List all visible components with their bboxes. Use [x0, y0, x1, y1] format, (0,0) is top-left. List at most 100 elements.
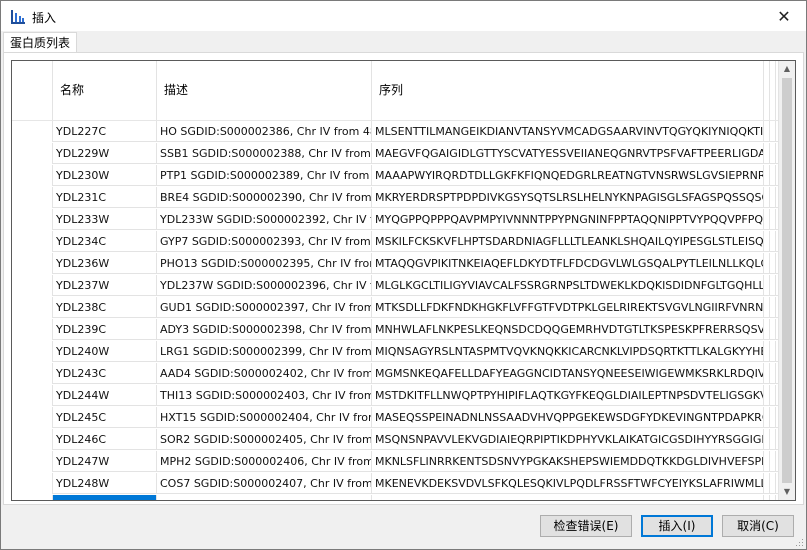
scroll-down-icon[interactable]: ▼	[779, 484, 795, 500]
cell-description[interactable]: HO SGDID:S000002386, Chr IV from 480...	[157, 121, 372, 142]
table-row[interactable]: YDL231C BRE4 SGDID:S000002390, Chr IV fro…	[12, 187, 782, 208]
selected-cell[interactable]	[53, 495, 157, 500]
check-errors-button[interactable]: 检查错误(E)	[540, 515, 632, 537]
row-header[interactable]	[12, 429, 53, 450]
table-row[interactable]: YDL229W SSB1 SGDID:S000002388, Chr IV fro…	[12, 143, 782, 164]
cell-sequence[interactable]: MAAAPWYIRQRDTDLLGKFKFIQNQEDGRLREATNGTVNS…	[372, 165, 764, 186]
cell-name[interactable]: YDL240W	[53, 341, 157, 362]
cell-sequence[interactable]: MLGLKGCLTILIGYVIAVCALFSSRGRNPSLTDWEKLKDQ…	[372, 275, 764, 296]
cell-description[interactable]: GYP7 SGDID:S000002393, Chr IV from 3...	[157, 231, 372, 252]
cell-description[interactable]: ADY3 SGDID:S000002398, Chr IV from 2...	[157, 319, 372, 340]
table-row[interactable]: YDL248W COS7 SGDID:S000002407, Chr IV fro…	[12, 473, 782, 494]
cell-sequence[interactable]: MTAQQGVPIKITNKEIAQEFLDKYDTFLFDCDGVLWLGSQ…	[372, 253, 764, 274]
cell-description[interactable]: HXT15 SGDID:S000002404, Chr IV from ...	[157, 407, 372, 428]
cell-sequence[interactable]: MIQNSAGYRSLNTASPMTVQVKNQKKICARCNKLVIPDSQ…	[372, 341, 764, 362]
cell-sequence[interactable]: MTKSDLLFDKFNDKHGKFLVFFGTFVDTPKLGELRIREKT…	[372, 297, 764, 318]
cell-name[interactable]: YDL248W	[53, 473, 157, 494]
row-header[interactable]	[12, 451, 53, 472]
row-header[interactable]	[12, 231, 53, 252]
table-row[interactable]: YDL239C ADY3 SGDID:S000002398, Chr IV fro…	[12, 319, 782, 340]
vertical-scrollbar[interactable]: ▲ ▼	[778, 61, 795, 500]
row-header[interactable]	[12, 275, 53, 296]
cell-name[interactable]: YDL229W	[53, 143, 157, 164]
header-name[interactable]: 名称	[53, 61, 157, 120]
row-header[interactable]	[12, 253, 53, 274]
row-header[interactable]	[12, 143, 53, 164]
row-header[interactable]	[12, 473, 53, 494]
row-header[interactable]	[12, 407, 53, 428]
cell-description[interactable]: PTP1 SGDID:S000002389, Chr IV from 4...	[157, 165, 372, 186]
table-row[interactable]: YDL237W YDL237W SGDID:S000002396, Chr IV …	[12, 275, 782, 296]
table-row[interactable]: YDL236W PHO13 SGDID:S000002395, Chr IV fr…	[12, 253, 782, 274]
table-row[interactable]: YDL230W PTP1 SGDID:S000002389, Chr IV fro…	[12, 165, 782, 186]
cell-sequence[interactable]: MAEGVFQGAIGIDLGTTYSCVATYESSVEIIANEQGNRVT…	[372, 143, 764, 164]
cell-name[interactable]: YDL244W	[53, 385, 157, 406]
row-header[interactable]	[12, 121, 53, 142]
cell-description[interactable]: SSB1 SGDID:S000002388, Chr IV from 4...	[157, 143, 372, 164]
cell-name[interactable]: YDL246C	[53, 429, 157, 450]
row-header[interactable]	[12, 187, 53, 208]
cell-description[interactable]: GUD1 SGDID:S000002397, Chr IV from 3...	[157, 297, 372, 318]
cell-description[interactable]: YDL237W SGDID:S000002396, Chr IV fr...	[157, 275, 372, 296]
table-row[interactable]: YDL245C HXT15 SGDID:S000002404, Chr IV fr…	[12, 407, 782, 428]
cell-name[interactable]: YDL243C	[53, 363, 157, 384]
row-header[interactable]	[12, 319, 53, 340]
cell-description[interactable]: YDL233W SGDID:S000002392, Chr IV fr...	[157, 209, 372, 230]
row-header[interactable]	[12, 165, 53, 186]
cell-sequence[interactable]: MSKILFCKSKVFLHPTSDARDNIAGFLLLTLEANKLSHQA…	[372, 231, 764, 252]
cell-sequence[interactable]: MGMSNKEQAFELLDAFYEAGGNCIDTANSYQNEESEIWIG…	[372, 363, 764, 384]
cell-name[interactable]: YDL247W	[53, 451, 157, 472]
insert-button[interactable]: 插入(I)	[641, 515, 713, 537]
empty-cell[interactable]	[372, 495, 764, 500]
cell-name[interactable]: YDL237W	[53, 275, 157, 296]
table-row[interactable]: YDL244W THI13 SGDID:S000002403, Chr IV fr…	[12, 385, 782, 406]
cell-name[interactable]: YDL245C	[53, 407, 157, 428]
cell-sequence[interactable]: MNHWLAFLNKPESLKEQNSDCDQQGEMRHVDTGTLTKSPE…	[372, 319, 764, 340]
header-sequence[interactable]: 序列	[372, 61, 764, 120]
scroll-up-icon[interactable]: ▲	[779, 61, 795, 77]
row-header[interactable]	[12, 209, 53, 230]
header-description[interactable]: 描述	[157, 61, 372, 120]
scroll-thumb[interactable]	[782, 78, 792, 483]
cell-sequence[interactable]: MASEQSSPEINADNLNSSAADVHVQPPGEKEWSDGFYDKE…	[372, 407, 764, 428]
close-button[interactable]: ✕	[762, 1, 806, 31]
cell-sequence[interactable]: MKNLSFLINRRKENTSDSNVYPGKAKSHEPSWIEMDDQTK…	[372, 451, 764, 472]
cell-name[interactable]: YDL227C	[53, 121, 157, 142]
row-header[interactable]	[12, 363, 53, 384]
cell-name[interactable]: YDL239C	[53, 319, 157, 340]
table-row[interactable]: YDL240W LRG1 SGDID:S000002399, Chr IV fro…	[12, 341, 782, 362]
cell-sequence[interactable]: MSQNSNPAVVLEKVGDIAIEQRPIPTIKDPHYVKLAIKAT…	[372, 429, 764, 450]
row-header[interactable]	[12, 341, 53, 362]
table-row[interactable]: YDL247W MPH2 SGDID:S000002406, Chr IV fro…	[12, 451, 782, 472]
cell-description[interactable]: PHO13 SGDID:S000002395, Chr IV from ...	[157, 253, 372, 274]
cell-description[interactable]: THI13 SGDID:S000002403, Chr IV from 1...	[157, 385, 372, 406]
cell-name[interactable]: YDL230W	[53, 165, 157, 186]
table-row[interactable]: YDL246C SOR2 SGDID:S000002405, Chr IV fro…	[12, 429, 782, 450]
new-row[interactable]	[12, 495, 782, 500]
table-row[interactable]: YDL234C GYP7 SGDID:S000002393, Chr IV fro…	[12, 231, 782, 252]
cell-name[interactable]: YDL231C	[53, 187, 157, 208]
cell-description[interactable]: AAD4 SGDID:S000002402, Chr IV from 1...	[157, 363, 372, 384]
cell-sequence[interactable]: MLSENTTILMANGEIKDIANVTANSYVMCADGSAARVINV…	[372, 121, 764, 142]
empty-cell[interactable]	[157, 495, 372, 500]
table-row[interactable]: YDL238C GUD1 SGDID:S000002397, Chr IV fro…	[12, 297, 782, 318]
resize-grip-icon[interactable]	[794, 537, 804, 547]
cancel-button[interactable]: 取消(C)	[722, 515, 794, 537]
cell-name[interactable]: YDL238C	[53, 297, 157, 318]
empty-cell[interactable]	[12, 495, 53, 500]
table-row[interactable]: YDL243C AAD4 SGDID:S000002402, Chr IV fro…	[12, 363, 782, 384]
table-row[interactable]: YDL227C HO SGDID:S000002386, Chr IV from …	[12, 121, 782, 142]
row-header[interactable]	[12, 297, 53, 318]
cell-sequence[interactable]: MKRYERDRSPTPDPDIVKGSYSQTSLRSLHELNYKNPAGI…	[372, 187, 764, 208]
cell-description[interactable]: BRE4 SGDID:S000002390, Chr IV from 4...	[157, 187, 372, 208]
cell-name[interactable]: YDL233W	[53, 209, 157, 230]
cell-description[interactable]: MPH2 SGDID:S000002406, Chr IV from 5...	[157, 451, 372, 472]
table-row[interactable]: YDL233W YDL233W SGDID:S000002392, Chr IV …	[12, 209, 782, 230]
row-header[interactable]	[12, 385, 53, 406]
protein-table[interactable]: 名称 描述 序列 YDL227C HO SGDID:S000002386, Chr…	[11, 60, 796, 501]
cell-name[interactable]: YDL234C	[53, 231, 157, 252]
cell-description[interactable]: SOR2 SGDID:S000002405, Chr IV from 9...	[157, 429, 372, 450]
cell-name[interactable]: YDL236W	[53, 253, 157, 274]
cell-sequence[interactable]: MSTDKITFLLNWQPTPYHIPIFLAQTKGYFKEQGLDIAIL…	[372, 385, 764, 406]
tab-protein-list[interactable]: 蛋白质列表	[3, 32, 77, 52]
